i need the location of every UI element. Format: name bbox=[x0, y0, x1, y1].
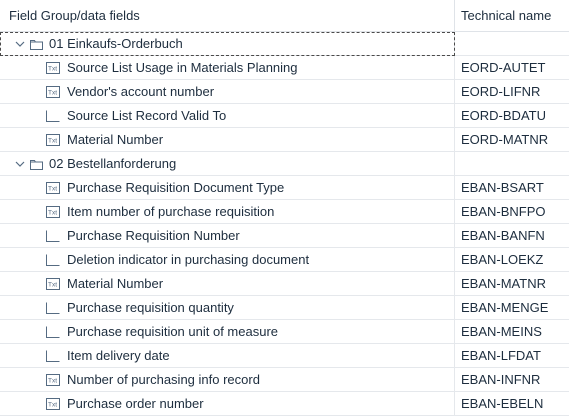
field-label: Purchase order number bbox=[67, 395, 204, 411]
svg-text:Txt: Txt bbox=[48, 89, 57, 96]
field-row[interactable]: Txt Item number of purchase requisition EB… bbox=[0, 199, 569, 224]
field-row[interactable]: Txt Material Number EBAN-MATNR bbox=[0, 271, 569, 296]
field-row[interactable]: Txt Purchase Requisition Document Type EBA… bbox=[0, 175, 569, 200]
svg-text:Txt: Txt bbox=[48, 137, 57, 144]
field-cell[interactable]: Txt Material Number bbox=[0, 127, 455, 152]
technical-name-cell: EORD-BDATU bbox=[461, 107, 546, 123]
field-label: Purchase requisition quantity bbox=[67, 299, 234, 315]
field-row[interactable]: Txt Purchase order number EBAN-EBELN bbox=[0, 391, 569, 416]
field-cell[interactable]: Purchase Requisition Number bbox=[0, 223, 455, 248]
text-field-icon: Txt bbox=[46, 181, 60, 194]
tree-rows: 01 Einkaufs-Orderbuch Txt Source List Usag… bbox=[0, 31, 569, 416]
folder-label: 01 Einkaufs-Orderbuch bbox=[49, 35, 183, 51]
field-label: Purchase Requisition Number bbox=[67, 227, 240, 243]
value-field-icon bbox=[46, 326, 60, 338]
field-label: Deletion indicator in purchasing documen… bbox=[67, 251, 310, 267]
folder-cell[interactable]: 01 Einkaufs-Orderbuch bbox=[0, 31, 455, 56]
field-label: Vendor's account number bbox=[67, 83, 215, 99]
field-row[interactable]: Txt Source List Usage in Materials Planni… bbox=[0, 55, 569, 80]
field-label: Purchase requisition unit of measure bbox=[67, 323, 279, 339]
field-row[interactable]: Source List Record Valid To EORD-BDATU bbox=[0, 103, 569, 128]
svg-text:Txt: Txt bbox=[48, 209, 57, 216]
field-cell[interactable]: Txt Vendor's account number bbox=[0, 79, 455, 104]
text-field-icon: Txt bbox=[46, 373, 60, 386]
technical-name-cell: EORD-AUTET bbox=[461, 59, 546, 75]
field-cell[interactable]: Item delivery date bbox=[0, 343, 455, 368]
field-cell[interactable]: Deletion indicator in purchasing documen… bbox=[0, 247, 455, 272]
column-header-technical-name[interactable]: Technical name bbox=[455, 0, 569, 31]
folder-row[interactable]: 02 Bestellanforderung bbox=[0, 151, 569, 176]
column-header-field-group[interactable]: Field Group/data fields bbox=[0, 0, 455, 31]
technical-name-cell: EBAN-BSART bbox=[461, 179, 544, 195]
technical-name-cell: EBAN-EBELN bbox=[461, 395, 544, 411]
value-field-icon bbox=[46, 350, 60, 362]
chevron-down-icon[interactable] bbox=[14, 158, 26, 170]
field-cell[interactable]: Txt Source List Usage in Materials Planni… bbox=[0, 55, 455, 80]
field-cell[interactable]: Source List Record Valid To bbox=[0, 103, 455, 128]
field-label: Source List Record Valid To bbox=[67, 107, 227, 123]
field-label: Purchase Requisition Document Type bbox=[67, 179, 285, 195]
field-row[interactable]: Txt Material Number EORD-MATNR bbox=[0, 127, 569, 152]
field-cell[interactable]: Txt Purchase order number bbox=[0, 391, 455, 416]
field-row[interactable]: Txt Number of purchasing info record EBAN-… bbox=[0, 367, 569, 392]
svg-text:Txt: Txt bbox=[48, 401, 57, 408]
value-field-icon bbox=[46, 110, 60, 122]
value-field-icon bbox=[46, 254, 60, 266]
field-row[interactable]: Purchase requisition unit of measure EBAN… bbox=[0, 319, 569, 344]
field-row[interactable]: Purchase Requisition Number EBAN-BANFN bbox=[0, 223, 569, 248]
field-cell[interactable]: Purchase requisition quantity bbox=[0, 295, 455, 320]
svg-text:Txt: Txt bbox=[48, 377, 57, 384]
field-label: Number of purchasing info record bbox=[67, 371, 260, 387]
technical-name-cell: EBAN-MEINS bbox=[461, 323, 542, 339]
chevron-down-icon[interactable] bbox=[14, 38, 26, 50]
technical-name-cell: EORD-LIFNR bbox=[461, 83, 541, 99]
text-field-icon: Txt bbox=[46, 205, 60, 218]
field-label: Item delivery date bbox=[67, 347, 170, 363]
svg-text:Txt: Txt bbox=[48, 281, 57, 288]
svg-text:Txt: Txt bbox=[48, 185, 57, 192]
field-cell[interactable]: Txt Material Number bbox=[0, 271, 455, 296]
technical-name-cell: EBAN-LFDAT bbox=[461, 347, 541, 363]
folder-icon bbox=[29, 157, 44, 171]
field-label: Source List Usage in Materials Planning bbox=[67, 59, 298, 75]
field-row[interactable]: Item delivery date EBAN-LFDAT bbox=[0, 343, 569, 368]
technical-name-cell: EBAN-BANFN bbox=[461, 227, 545, 243]
field-group-tree: Field Group/data fields Technical name 0… bbox=[0, 0, 569, 418]
technical-name-cell: EBAN-LOEKZ bbox=[461, 251, 544, 267]
field-cell[interactable]: Purchase requisition unit of measure bbox=[0, 319, 455, 344]
field-label: Material Number bbox=[67, 275, 164, 291]
field-cell[interactable]: Txt Item number of purchase requisition bbox=[0, 199, 455, 224]
text-field-icon: Txt bbox=[46, 397, 60, 410]
folder-label: 02 Bestellanforderung bbox=[49, 155, 177, 171]
technical-name-cell: EORD-MATNR bbox=[461, 131, 549, 147]
technical-name-cell: EBAN-MATNR bbox=[461, 275, 546, 291]
technical-name-cell: EBAN-INFNR bbox=[461, 371, 541, 387]
text-field-icon: Txt bbox=[46, 85, 60, 98]
technical-name-cell: EBAN-BNFPO bbox=[461, 203, 546, 219]
field-label: Material Number bbox=[67, 131, 164, 147]
field-cell[interactable]: Txt Purchase Requisition Document Type bbox=[0, 175, 455, 200]
folder-icon bbox=[29, 37, 44, 51]
text-field-icon: Txt bbox=[46, 61, 60, 74]
value-field-icon bbox=[46, 230, 60, 242]
text-field-icon: Txt bbox=[46, 133, 60, 146]
field-label: Item number of purchase requisition bbox=[67, 203, 275, 219]
field-row[interactable]: Purchase requisition quantity EBAN-MENGE bbox=[0, 295, 569, 320]
technical-name-cell: EBAN-MENGE bbox=[461, 299, 549, 315]
value-field-icon bbox=[46, 302, 60, 314]
field-cell[interactable]: Txt Number of purchasing info record bbox=[0, 367, 455, 392]
svg-text:Txt: Txt bbox=[48, 65, 57, 72]
field-row[interactable]: Deletion indicator in purchasing documen… bbox=[0, 247, 569, 272]
folder-row[interactable]: 01 Einkaufs-Orderbuch bbox=[0, 31, 569, 56]
tree-header: Field Group/data fields Technical name bbox=[0, 0, 569, 32]
field-row[interactable]: Txt Vendor's account number EORD-LIFNR bbox=[0, 79, 569, 104]
text-field-icon: Txt bbox=[46, 277, 60, 290]
folder-cell[interactable]: 02 Bestellanforderung bbox=[0, 151, 455, 176]
